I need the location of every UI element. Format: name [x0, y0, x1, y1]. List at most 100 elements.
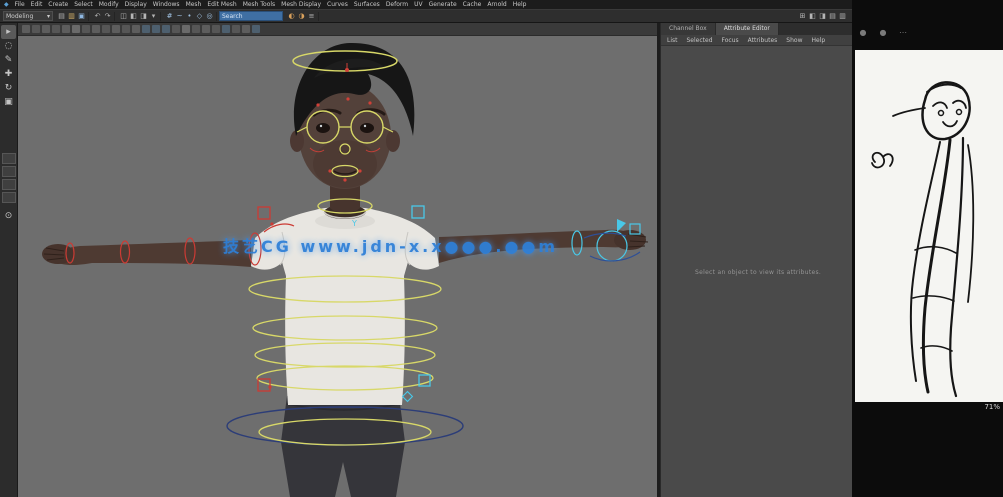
isolate-select-icon[interactable]	[242, 25, 250, 33]
layout-persp-outliner-button[interactable]	[2, 179, 16, 190]
pane-layout-icon[interactable]: ⊞	[798, 12, 807, 21]
select-object-icon[interactable]: ◧	[129, 12, 138, 21]
safe-title-icon[interactable]	[132, 25, 140, 33]
camera-attributes-icon[interactable]	[42, 25, 50, 33]
menu-arnold[interactable]: Arnold	[487, 1, 506, 8]
tab-attribute-editor[interactable]: Attribute Editor	[716, 23, 779, 35]
rotate-tool-icon[interactable]: ↻	[1, 81, 16, 95]
smooth-shade-icon[interactable]	[152, 25, 160, 33]
menu-help[interactable]: Help	[513, 1, 527, 8]
menu-create[interactable]: Create	[48, 1, 68, 8]
menu-mesh-tools[interactable]: Mesh Tools	[243, 1, 275, 8]
snap-grid-icon[interactable]: #	[165, 12, 174, 21]
snap-curve-icon[interactable]: ~	[175, 12, 184, 21]
panel-menu-focus[interactable]: Focus	[722, 37, 739, 44]
select-component-icon[interactable]: ◨	[139, 12, 148, 21]
window-menu-icon[interactable]: ⋯	[898, 28, 908, 37]
panel-menu-show[interactable]: Show	[786, 37, 802, 44]
snap-point-icon[interactable]: •	[185, 12, 194, 21]
menu-set-selector[interactable]: Modeling ▾	[3, 11, 53, 21]
snap-plane-icon[interactable]: ◇	[195, 12, 204, 21]
lasso-tool-icon[interactable]: ◌	[1, 39, 16, 53]
paint-select-tool-icon[interactable]: ✎	[1, 53, 16, 67]
multisample-icon[interactable]	[222, 25, 230, 33]
menu-select[interactable]: Select	[74, 1, 93, 8]
lock-camera-icon[interactable]	[32, 25, 40, 33]
chevron-down-icon: ▾	[47, 13, 50, 20]
safe-action-icon[interactable]	[122, 25, 130, 33]
toolbox: ▸◌✎✚↻▣ ⊙	[0, 23, 18, 497]
menu-mesh-display[interactable]: Mesh Display	[281, 1, 321, 8]
panel-menu-selected[interactable]: Selected	[687, 37, 713, 44]
menu-surfaces[interactable]: Surfaces	[354, 1, 380, 8]
layout-four-pane-button[interactable]	[2, 166, 16, 177]
menu-cache[interactable]: Cache	[463, 1, 482, 8]
bookmark-icon[interactable]	[52, 25, 60, 33]
scale-tool-icon[interactable]: ▣	[1, 95, 16, 109]
channel-box-toggle-icon[interactable]: ▥	[838, 12, 847, 21]
resolution-gate-icon[interactable]	[92, 25, 100, 33]
tool-settings-toggle-icon[interactable]: ▤	[828, 12, 837, 21]
window-dot-icon[interactable]: ●	[878, 28, 888, 37]
menu-uv[interactable]: UV	[414, 1, 423, 8]
snap-icon-group: #~•◇◎	[163, 12, 217, 21]
undo-icon[interactable]: ↶	[93, 12, 102, 21]
image-plane-icon[interactable]	[62, 25, 70, 33]
tab-channel-box[interactable]: Channel Box	[661, 23, 716, 35]
film-gate-icon[interactable]	[82, 25, 90, 33]
attribute-editor-toggle-icon[interactable]: ◨	[818, 12, 827, 21]
menu-deform[interactable]: Deform	[386, 1, 408, 8]
save-scene-icon[interactable]: ▣	[77, 12, 86, 21]
panel-menu-list[interactable]: List	[667, 37, 678, 44]
outliner-toggle-icon[interactable]: ◧	[808, 12, 817, 21]
make-live-icon[interactable]: ◎	[205, 12, 214, 21]
field-chart-icon[interactable]	[112, 25, 120, 33]
motion-blur-icon[interactable]	[212, 25, 220, 33]
open-scene-icon[interactable]: ▥	[67, 12, 76, 21]
ipr-render-icon[interactable]: ◑	[297, 12, 306, 21]
select-hierarchy-icon[interactable]: ◫	[119, 12, 128, 21]
search-input[interactable]	[219, 11, 283, 21]
selection-mask-dropdown-icon[interactable]: ▾	[149, 12, 158, 21]
panel-menu-attributes[interactable]: Attributes	[748, 37, 778, 44]
move-tool-icon[interactable]: ✚	[1, 67, 16, 81]
shadows-icon[interactable]	[192, 25, 200, 33]
panel-menu-help[interactable]: Help	[811, 37, 825, 44]
panel-hint-text: Select an object to view its attributes.	[695, 269, 821, 276]
use-default-material-icon[interactable]	[172, 25, 180, 33]
xray-icon[interactable]	[252, 25, 260, 33]
new-scene-icon[interactable]: ▤	[57, 12, 66, 21]
layout-hypershade-persp-button[interactable]	[2, 192, 16, 203]
window-dot-icon[interactable]: ●	[858, 28, 868, 37]
menu-curves[interactable]: Curves	[327, 1, 348, 8]
view-grid-icon[interactable]	[72, 25, 80, 33]
select-tool-icon[interactable]: ▸	[1, 25, 16, 39]
gate-mask-icon[interactable]	[102, 25, 110, 33]
menu-windows[interactable]: Windows	[153, 1, 180, 8]
layout-single-pane-button[interactable]	[2, 153, 16, 164]
wireframe-icon[interactable]	[142, 25, 150, 33]
menu-edit[interactable]: Edit	[31, 1, 43, 8]
menu-edit-mesh[interactable]: Edit Mesh	[207, 1, 236, 8]
render-settings-icon[interactable]: ≡	[307, 12, 316, 21]
select-camera-icon[interactable]	[22, 25, 30, 33]
occlusion-icon[interactable]	[202, 25, 210, 33]
lighting-icon[interactable]	[182, 25, 190, 33]
menu-file[interactable]: File	[15, 1, 25, 8]
menu-generate[interactable]: Generate	[429, 1, 457, 8]
render-icon[interactable]: ◐	[287, 12, 296, 21]
menu-modify[interactable]: Modify	[99, 1, 119, 8]
tool-list: ▸◌✎✚↻▣	[1, 25, 16, 109]
redo-icon[interactable]: ↷	[103, 12, 112, 21]
depth-of-field-icon[interactable]	[232, 25, 240, 33]
sketch-canvas[interactable]	[855, 50, 1003, 402]
attribute-panel: Channel Box Attribute Editor List Selecte…	[660, 23, 852, 497]
menu-display[interactable]: Display	[125, 1, 147, 8]
menu-mesh[interactable]: Mesh	[186, 1, 202, 8]
layout-shortcuts	[2, 153, 16, 203]
textured-icon[interactable]	[162, 25, 170, 33]
y-axis-label: Y	[351, 219, 357, 228]
viewport[interactable]: Y	[18, 23, 657, 497]
zoom-tool[interactable]: ⊙	[1, 209, 16, 223]
character-model[interactable]	[42, 43, 648, 497]
